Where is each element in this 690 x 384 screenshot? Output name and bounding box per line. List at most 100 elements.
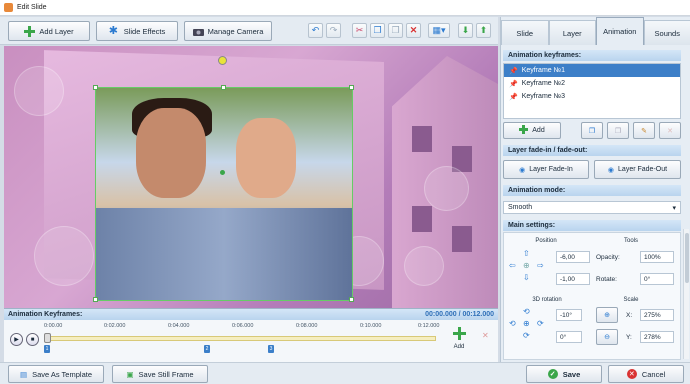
pin-icon: 📌 [509,67,518,75]
rotate-x-down-icon[interactable]: ⟳ [523,331,530,340]
move-up-button[interactable]: ⬆ [476,23,491,38]
resize-handle[interactable] [349,85,354,90]
timeline-delete-icon[interactable]: ✕ [482,331,489,340]
layer-fade-in-button[interactable]: ◉ Layer Fade-In [503,160,589,179]
save-as-template-button[interactable]: ▤ Save As Template [8,365,104,383]
undo-button[interactable]: ↶ [308,23,323,38]
delete-keyframe-button[interactable]: ✕ [659,122,681,139]
rotate-reset-icon[interactable]: ⊕ [523,319,530,328]
tab-sounds[interactable]: Sounds [643,20,690,45]
stop-button[interactable]: ■ [26,333,39,346]
timeline-track[interactable] [48,336,436,341]
manage-camera-button[interactable]: Manage Camera [184,21,272,41]
resize-handle[interactable] [349,297,354,302]
save-button[interactable]: ✓ Save [526,365,602,383]
tab-animation[interactable]: Animation [596,17,644,45]
center-icon[interactable]: ⊕ [523,261,530,270]
scale-x-field[interactable]: 275% [640,309,674,321]
house-window [412,206,432,232]
template-icon: ▤ [20,369,28,379]
paste-button[interactable]: ❐ [388,23,403,38]
position-y-field[interactable]: -1,00 [556,273,590,285]
rotation-y-field[interactable]: 0° [556,331,582,343]
layer-fade-out-button[interactable]: ◉ Layer Fade-Out [594,160,681,179]
move-down-button[interactable]: ⬇ [458,23,473,38]
tools-group-label: Tools [623,238,638,244]
fade-section-header: Layer fade-in / fade-out: [503,145,681,156]
scale-y-label: Y: [626,334,632,341]
zoom-out-button[interactable]: ⊖ [596,329,618,345]
resize-handle[interactable] [221,85,226,90]
ruler-tick: 0:06.000 [232,323,254,329]
arrow-up-icon[interactable]: ⇧ [523,249,530,258]
keyframe-item[interactable]: 📌 Keyframe №2 [504,77,680,90]
keyframe-marker[interactable]: 3 [268,345,274,353]
cancel-button[interactable]: ✕ Cancel [608,365,684,383]
brush-keyframe-button[interactable]: ✎ [633,122,655,139]
paste-icon: ❐ [391,25,400,35]
bokeh-circle [424,166,469,211]
scrollbar-thumb[interactable] [685,233,689,283]
photo-layer[interactable] [95,87,353,301]
paste-keyframe-button[interactable]: ❐ [607,122,629,139]
copy-keyframe-button[interactable]: ❐ [581,122,603,139]
save-still-frame-button[interactable]: ▣ Save Still Frame [112,365,208,383]
rotation-x-field[interactable]: -10° [556,309,582,321]
arrow-right-icon[interactable]: ⇨ [537,261,544,270]
playhead[interactable] [44,333,51,343]
timeline-time: 00:00.000 / 00:12.000 [425,311,494,318]
opacity-field[interactable]: 100% [640,251,674,263]
main-settings-box: Position Tools ⇧ ⇦ ⊕ ⇨ ⇩ -6,00 -1,00 Opa… [503,232,681,360]
slide-canvas[interactable] [4,46,498,308]
tab-layer[interactable]: Layer [548,20,596,45]
add-layer-button[interactable]: Add Layer [8,21,90,41]
rotate-handle[interactable] [218,56,227,65]
cut-button[interactable]: ✂ [352,23,367,38]
keyframe-item[interactable]: 📌 Keyframe №1 [504,64,680,77]
cancel-label: Cancel [641,369,666,379]
rotate-y-left-icon[interactable]: ⟲ [509,319,516,328]
fit-dropdown-button[interactable]: ▦▾ [428,23,450,38]
animation-mode-select[interactable]: Smooth ▾ [503,201,681,214]
arrow-left-icon[interactable]: ⇦ [509,261,516,270]
delete-button[interactable]: ✕ [406,23,421,38]
resize-handle[interactable] [93,297,98,302]
plus-icon [24,25,36,37]
scissors-icon: ✂ [355,25,364,35]
grid-icon: ▦▾ [432,25,446,35]
scale-y-field[interactable]: 278% [640,331,674,343]
rotate-y-right-icon[interactable]: ⟳ [537,319,544,328]
ruler-tick: 0:12.000 [418,323,440,329]
tab-slide[interactable]: Slide [501,20,549,45]
bottom-bar: ▤ Save As Template ▣ Save Still Frame ✓ … [0,362,690,384]
position-x-field[interactable]: -6,00 [556,251,590,263]
timeline-add-keyframe-button[interactable]: Add [444,327,474,359]
redo-button[interactable]: ↷ [326,23,341,38]
zoom-in-button[interactable]: ⊕ [596,307,618,323]
slide-effects-button[interactable]: ✱ Slide Effects [96,21,178,41]
keyframe-item-label: Keyframe №3 [521,93,566,100]
anchor-point[interactable] [220,170,225,175]
side-scrollbar[interactable] [683,229,689,359]
rotate-field[interactable]: 0° [640,273,674,285]
toolbar: Add Layer ✱ Slide Effects Manage Camera … [0,17,498,45]
side-tabs: Slide Layer Animation Sounds [501,17,690,45]
eye-icon: ◉ [607,166,615,174]
keyframe-item[interactable]: 📌 Keyframe №3 [504,90,680,103]
resize-handle[interactable] [93,85,98,90]
add-keyframe-button[interactable]: Add [503,122,561,139]
keyframe-marker[interactable]: 1 [44,345,50,353]
timeline-header: Animation Keyframes: 00:00.000 / 00:12.0… [4,309,498,320]
ruler-tick: 0:04.000 [168,323,190,329]
copy-button[interactable]: ❐ [370,23,385,38]
photo-subject [96,208,352,300]
save-as-template-label: Save As Template [32,369,92,379]
opacity-label: Opacity: [596,254,620,261]
image-icon: ▣ [126,369,134,379]
arrow-down-icon[interactable]: ⇩ [523,273,530,282]
pin-icon: 📌 [509,80,518,88]
plus-icon [452,327,466,342]
keyframe-marker[interactable]: 2 [204,345,210,353]
rotate-x-up-icon[interactable]: ⟲ [523,307,530,316]
play-button[interactable]: ▶ [10,333,23,346]
